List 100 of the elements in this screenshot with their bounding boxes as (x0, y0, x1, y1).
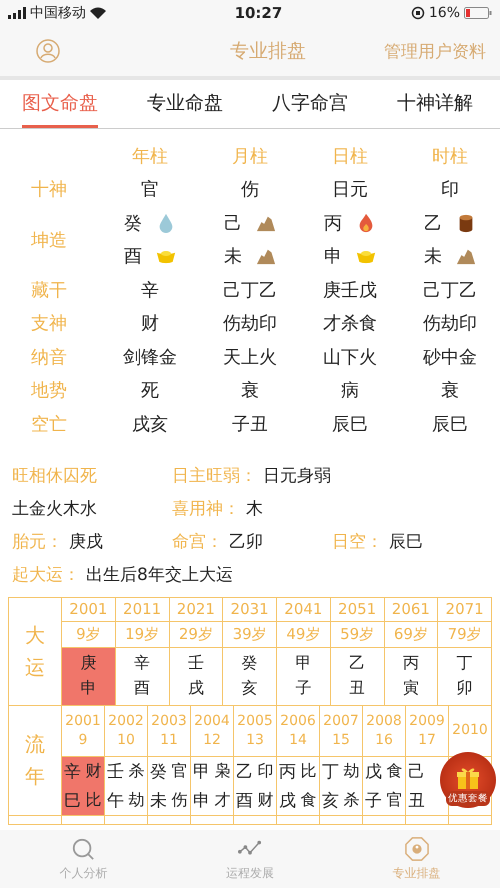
age-label: 11 (160, 730, 178, 749)
table-cell-text: 砂中金 (423, 346, 477, 369)
branch-character: 戌 (279, 790, 296, 812)
table-cell-text: 病 (341, 379, 359, 402)
ten-god-label: 食 (386, 760, 402, 782)
rotation-lock-icon (410, 6, 425, 20)
luck-pillar-cell[interactable]: 壬 戌 (170, 648, 222, 704)
stem-character: 癸 (150, 760, 167, 782)
year-label: 2005 (237, 712, 273, 730)
info-label: 日空： (332, 530, 383, 552)
luck-pillar-cell[interactable]: 庚 申 (62, 648, 115, 704)
year-label: 2004 (194, 712, 230, 730)
info-value: 出生后8年交上大运 (86, 564, 233, 586)
table-cell-text: 衰 (441, 379, 459, 402)
table-cell-text: 衰 (241, 379, 259, 402)
age-label: 29岁 (178, 624, 213, 644)
year-label: 2009 (409, 712, 445, 730)
row-label: 空亡 (31, 412, 67, 436)
page-title: 专业排盘 (230, 39, 306, 64)
ten-god-label: 伤 (172, 790, 188, 810)
column-heading: 时柱 (432, 144, 468, 168)
branch-character: 丑 (408, 790, 425, 812)
table-cell-text: 伤劫印 (423, 312, 477, 336)
table-cell-text: 死 (141, 379, 159, 402)
age-label: 9 (78, 730, 88, 749)
info-value: 辰巳 (389, 530, 423, 552)
year-label: 2061 (392, 600, 430, 618)
ten-god-label: 劫 (128, 790, 144, 810)
year-label: 2021 (176, 600, 215, 618)
stem-character: 乙 (236, 760, 253, 782)
age-label: 13 (246, 730, 264, 749)
yin-yang-octagon-icon (404, 836, 429, 860)
info-value: 木 (246, 498, 263, 520)
ten-god-label: 劫 (344, 760, 360, 782)
column-heading: 月柱 (232, 144, 268, 168)
ten-god-label: 才 (214, 790, 230, 810)
ten-god-label: 比 (86, 790, 102, 810)
stem-character: 癸 (124, 212, 142, 235)
table-cell-text: 戌亥 (132, 412, 168, 436)
search-icon (71, 836, 96, 860)
ten-god-label: 财 (86, 760, 102, 782)
luck-pillar-cell[interactable]: 辛 酉 (116, 648, 168, 704)
branch-character: 未 (424, 245, 442, 268)
table-cell-text: 辰巳 (332, 412, 368, 436)
luck-pillar-cell[interactable]: 甲 子 (277, 648, 330, 704)
stem-character: 己 (408, 760, 425, 782)
table-cell-text: 子丑 (232, 412, 268, 436)
table-cell-text: 伤 (241, 178, 259, 202)
year-label: 2002 (108, 712, 144, 730)
luck-pillar-cell[interactable]: 乙 丑 (330, 648, 384, 704)
promo-badge[interactable]: 优惠套餐 (440, 752, 496, 808)
section-label: 大运 (25, 622, 45, 681)
branch-character: 巳 (64, 790, 81, 812)
ten-god-label: 食 (300, 790, 316, 810)
year-label: 2003 (151, 712, 187, 730)
user-avatar-icon[interactable] (36, 39, 60, 63)
ten-god-label: 比 (300, 760, 316, 782)
year-label: 2006 (280, 712, 316, 730)
luck-pillar-cell[interactable]: 丁 卯 (438, 648, 491, 704)
column-heading: 日柱 (332, 144, 368, 168)
stem-character: 辛 (64, 760, 81, 782)
branch-character: 午 (107, 790, 124, 812)
ten-god-label: 杀 (128, 760, 144, 782)
age-label: 14 (289, 730, 307, 749)
luck-pillar-cell[interactable]: 丙 寅 (384, 648, 438, 704)
table-cell-text: 官 (141, 178, 159, 202)
age-label: 19岁 (125, 624, 160, 644)
tab[interactable]: 十神详解 (397, 80, 473, 128)
luck-pillar-cell[interactable]: 癸 亥 (223, 648, 276, 704)
table-cell-text: 伤劫印 (223, 312, 277, 336)
year-label: 2071 (446, 600, 484, 618)
row-label: 地势 (31, 379, 67, 402)
stem-character: 壬 (107, 760, 124, 782)
year-label: 2010 (452, 721, 488, 740)
row-label: 支神 (31, 312, 67, 336)
stem-character: 丙 (279, 760, 296, 782)
tab[interactable]: 专业命盘 (147, 80, 223, 128)
branch-character: 未 (224, 245, 242, 268)
section-label: 流年 (25, 731, 45, 790)
stem-character: 戊 (365, 760, 382, 782)
table-cell-text: 山下火 (323, 346, 377, 369)
year-label: 2007 (323, 712, 359, 730)
row-label: 纳音 (31, 346, 67, 369)
table-cell-text: 辰巳 (432, 412, 468, 436)
table-cell-text: 庚壬戊 (323, 278, 377, 302)
table-cell-text: 己丁乙 (423, 278, 477, 302)
stem-character: 乙 (424, 212, 442, 235)
tab[interactable]: 八字命宫 (272, 80, 348, 128)
info-label: 命宫： (172, 530, 223, 552)
year-label: 2041 (284, 600, 322, 618)
info-value: 乙卯 (229, 530, 263, 552)
info-label: 胎元： (12, 530, 63, 552)
year-label: 2001 (69, 600, 108, 618)
age-label: 9岁 (76, 624, 101, 644)
table-cell-text: 天上火 (223, 346, 277, 369)
ten-god-label: 枭 (214, 760, 230, 782)
signal-icon (8, 7, 26, 19)
clock-time: 10:27 (234, 4, 282, 22)
table-cell-text: 剑锋金 (123, 346, 177, 369)
info-label: 喜用神： (172, 498, 240, 520)
